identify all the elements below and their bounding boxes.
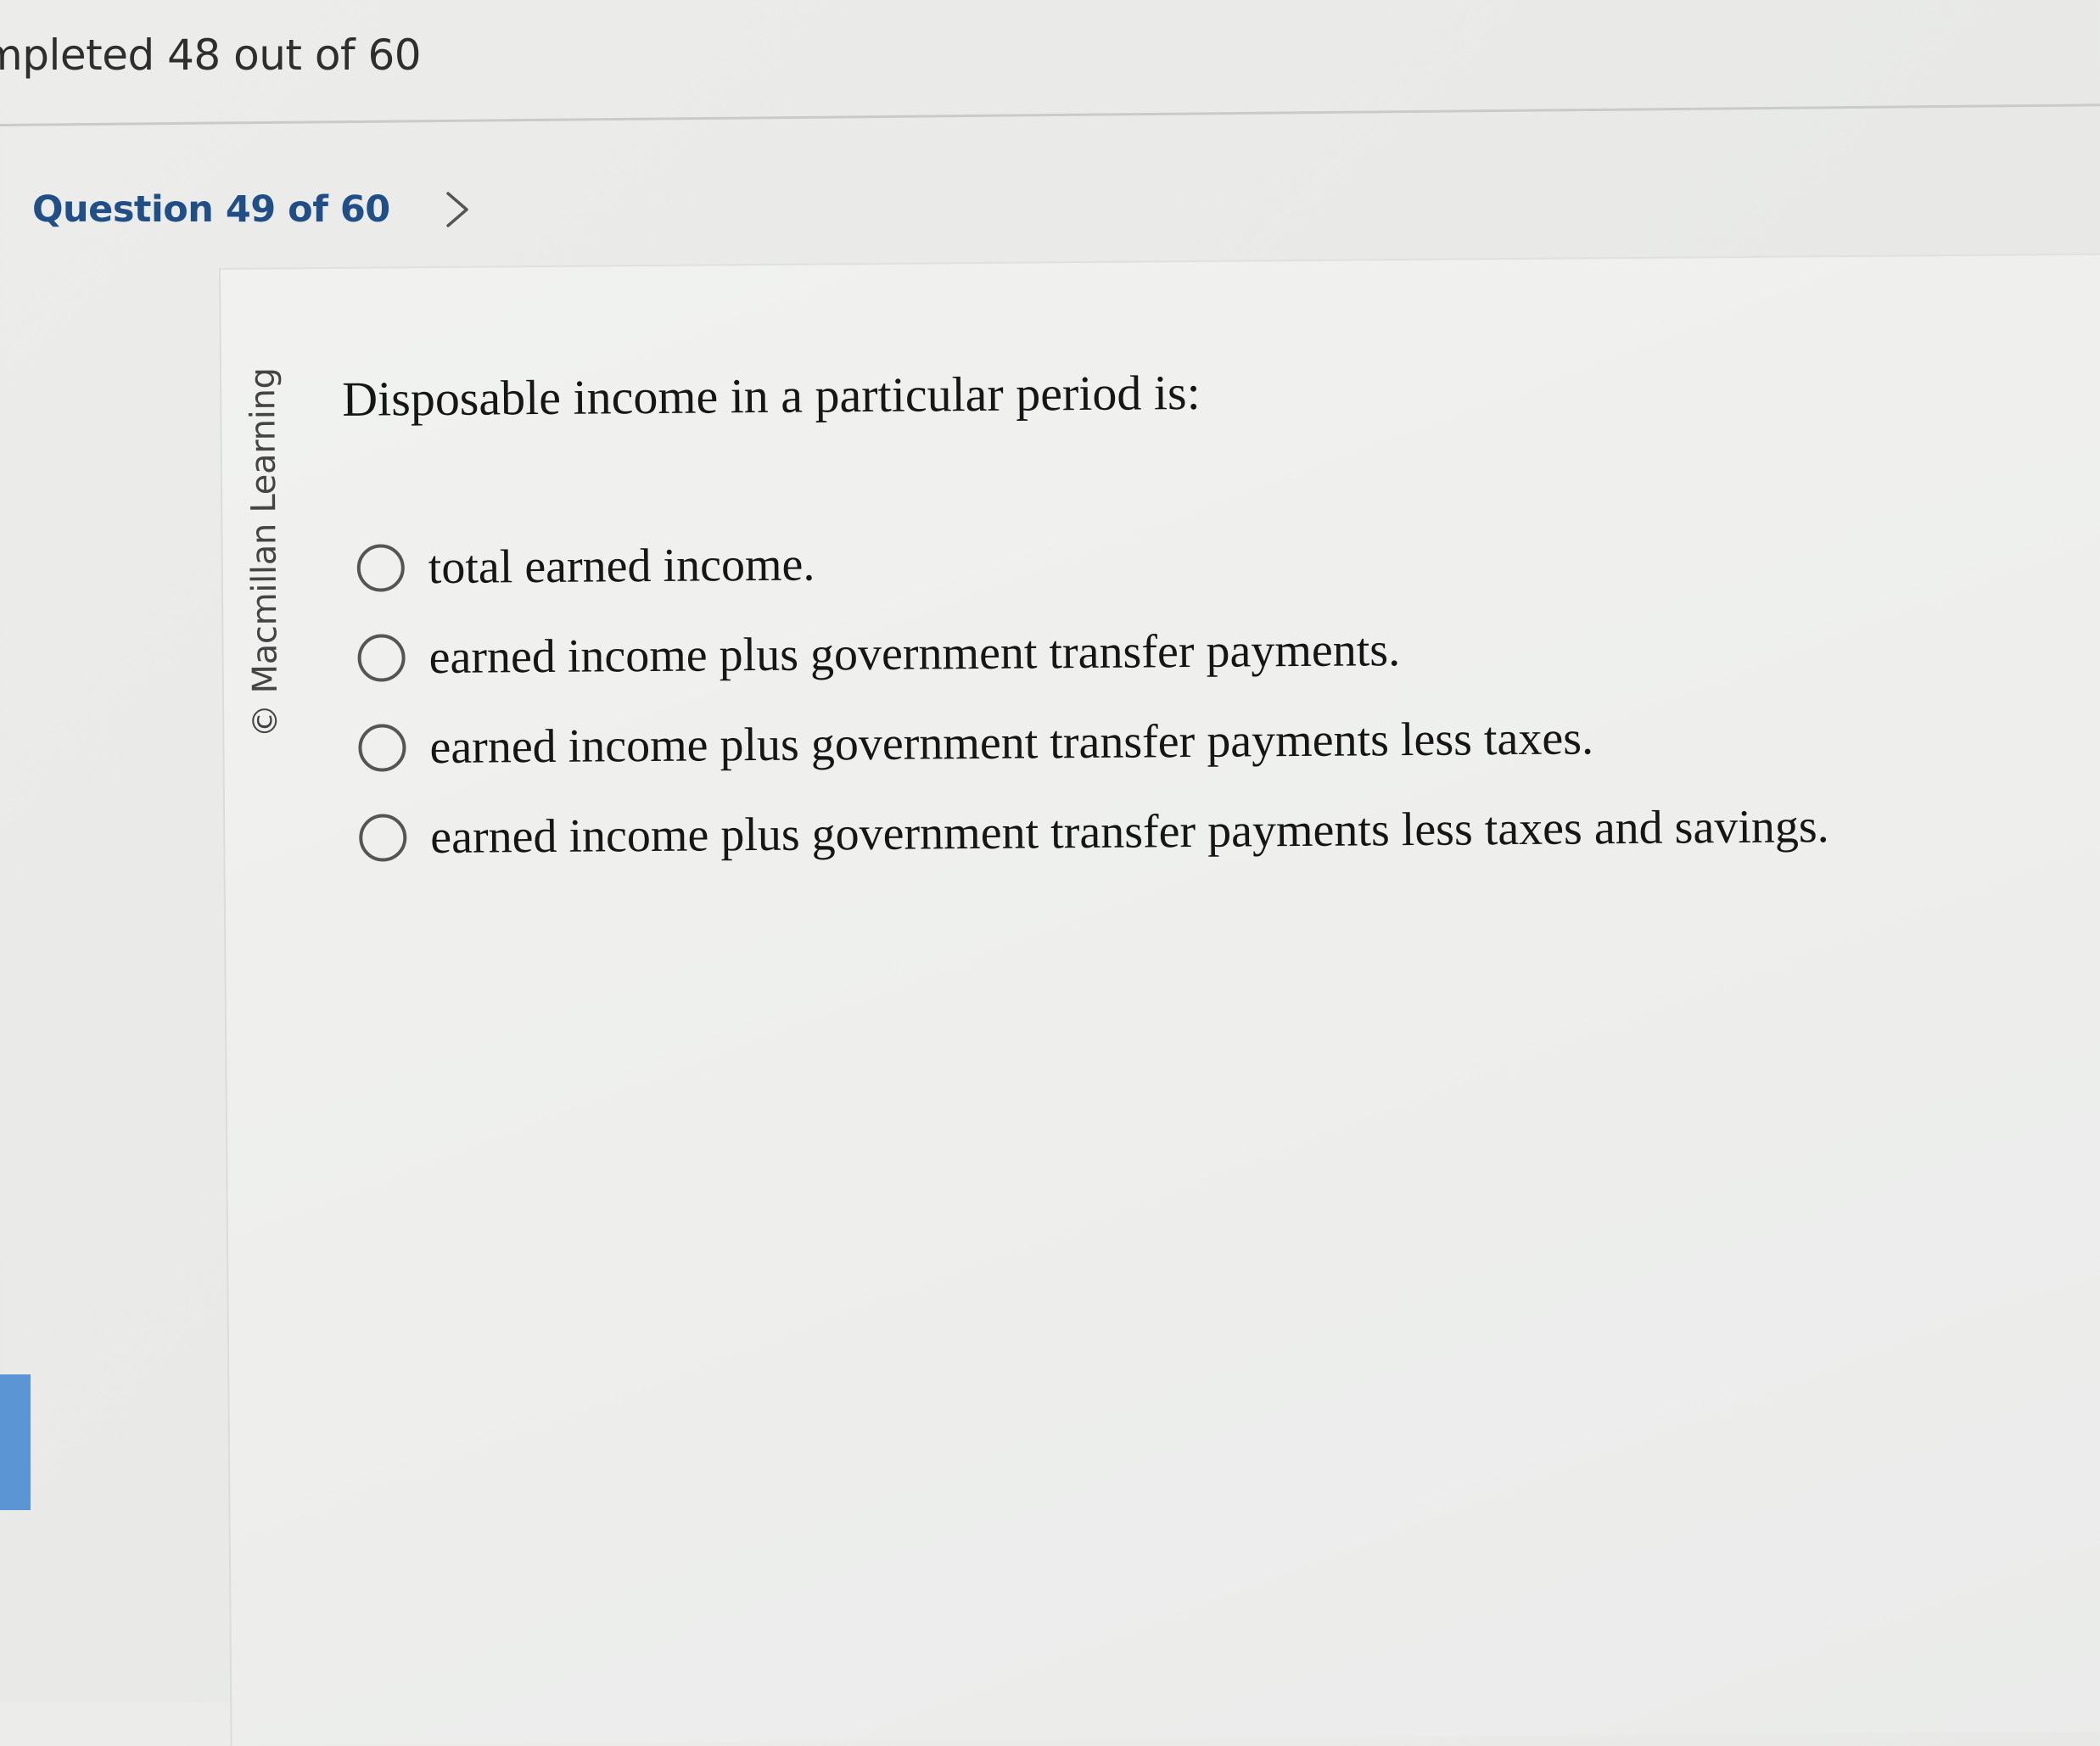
answer-option[interactable]: total earned income.	[356, 512, 1827, 613]
question-nav: Question 49 of 60	[32, 188, 479, 231]
question-card: © Macmillan Learning Disposable income i…	[219, 252, 2100, 1746]
chevron-right-icon[interactable]	[436, 188, 479, 231]
answer-option[interactable]: earned income plus government transfer p…	[358, 691, 1828, 793]
sidebar-accent-tab[interactable]	[0, 1374, 31, 1510]
question-text: Disposable income in a particular period…	[341, 364, 1201, 427]
answer-options: total earned income. earned income plus …	[356, 512, 1829, 883]
header-divider	[0, 104, 2100, 126]
answer-option[interactable]: earned income plus government transfer p…	[359, 781, 1829, 883]
radio-button[interactable]	[356, 544, 406, 592]
copyright-text: © Macmillan Learning	[243, 367, 286, 738]
option-label[interactable]: earned income plus government transfer p…	[428, 623, 1400, 685]
answer-option[interactable]: earned income plus government transfer p…	[357, 602, 1828, 703]
radio-button[interactable]	[358, 724, 406, 772]
option-label[interactable]: earned income plus government transfer p…	[429, 711, 1593, 775]
option-label[interactable]: earned income plus government transfer p…	[430, 799, 1829, 865]
radio-button[interactable]	[357, 634, 406, 682]
quiz-page: { "header": { "progress_text": "mpleted …	[0, 0, 2100, 1746]
radio-button[interactable]	[359, 814, 407, 862]
question-number-label: Question 49 of 60	[32, 188, 390, 231]
option-label[interactable]: total earned income.	[428, 537, 815, 595]
progress-text: mpleted 48 out of 60	[0, 31, 422, 80]
copyright-notice: © Macmillan Learning	[243, 330, 298, 738]
